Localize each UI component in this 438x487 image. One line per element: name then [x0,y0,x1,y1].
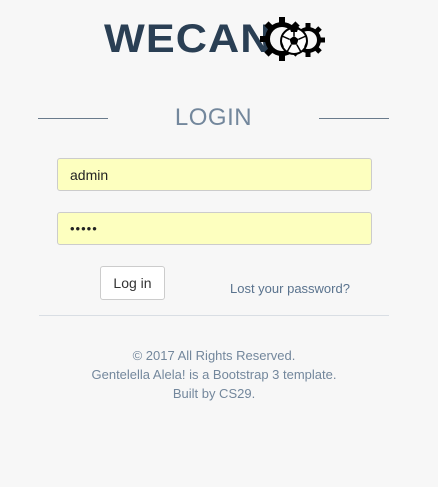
heading-rule-right [319,118,389,119]
footer-author: Built by CS29. [172,386,256,401]
login-heading: LOGIN [38,98,389,138]
lost-password-link[interactable]: Lost your password? [230,281,350,296]
brand-logo-text: WECAN [104,17,273,61]
footer-template-credit: Gentelella Alela! is a Bootstrap 3 templ… [91,367,337,382]
footer-copyright: © 2017 All Rights Reserved. [132,348,296,363]
soccer-ball-gears-icon [260,17,325,61]
brand-logo: WECAN [104,12,326,66]
separator [39,315,389,316]
login-button[interactable]: Log in [100,266,165,300]
password-input[interactable]: ••••• [57,212,372,245]
footer: © 2017 All Rights Reserved. Gentelella A… [39,346,389,403]
username-input[interactable]: admin [57,158,372,191]
